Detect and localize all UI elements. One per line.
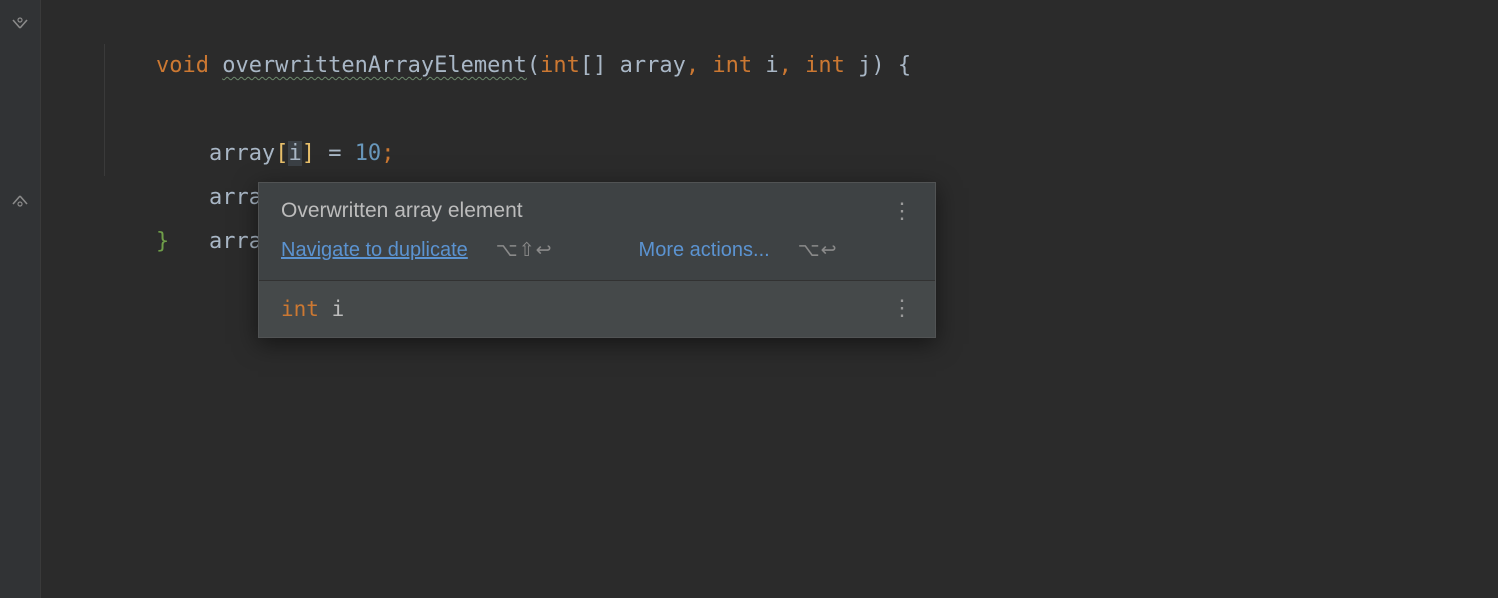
shortcut-label: ⌥↩ <box>798 239 838 262</box>
shortcut-label: ⌥⇧↩ <box>496 239 553 262</box>
code-line[interactable]: array[j] = 11; <box>40 88 1498 132</box>
code-line[interactable]: array[i] = 12; <box>40 132 1498 176</box>
code-line[interactable]: void overwrittenArrayElement(int[] array… <box>40 0 1498 44</box>
quickdoc-kebab-menu-icon[interactable]: ⋮ <box>891 302 913 316</box>
fold-end-icon[interactable] <box>12 192 28 208</box>
indent-guide <box>104 88 105 132</box>
popup-kebab-menu-icon[interactable]: ⋮ <box>891 204 913 218</box>
keyword-int: int <box>281 297 319 321</box>
fold-start-icon[interactable] <box>12 16 28 32</box>
more-actions-link[interactable]: More actions... <box>639 239 770 262</box>
type-info: int i <box>281 297 344 321</box>
inspection-popup-header: Overwritten array element ⋮ Navigate to … <box>259 183 935 281</box>
indent-guide <box>104 132 105 176</box>
navigate-to-duplicate-link[interactable]: Navigate to duplicate <box>281 239 468 262</box>
quick-doc-section: int i ⋮ <box>259 281 935 337</box>
identifier-i: i <box>332 297 345 321</box>
gutter <box>0 0 41 598</box>
popup-actions-row: Navigate to duplicate ⌥⇧↩ More actions..… <box>281 239 913 262</box>
popup-title: Overwritten array element <box>281 199 523 223</box>
indent-guide <box>104 44 105 88</box>
inspection-popup: Overwritten array element ⋮ Navigate to … <box>258 182 936 338</box>
code-line[interactable]: array[i] = 10; <box>40 44 1498 88</box>
brace-close: } <box>156 229 169 254</box>
